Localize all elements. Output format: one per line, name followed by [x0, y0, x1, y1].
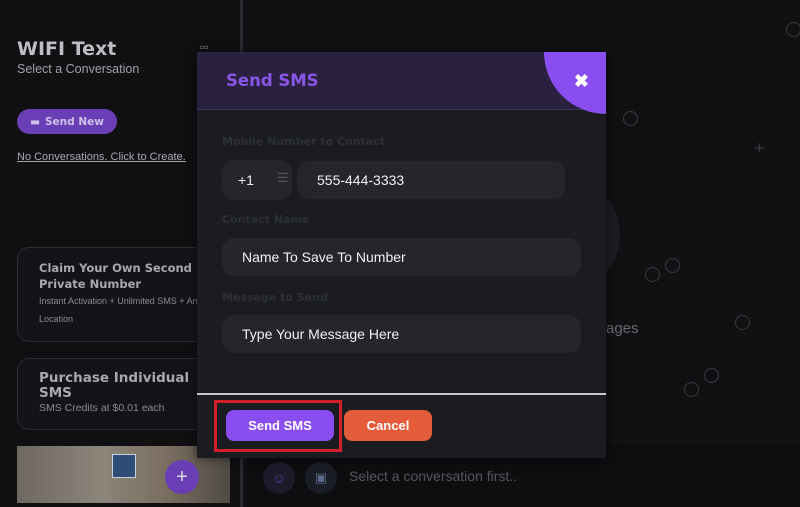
- app-subtitle: Select a Conversation: [17, 62, 140, 76]
- card-desc: Instant Activation + Unlimited SMS + Any…: [39, 296, 203, 324]
- modal-title: Send SMS: [226, 71, 319, 90]
- close-icon[interactable]: ✖: [574, 71, 589, 92]
- message-icon: ▬: [30, 115, 40, 128]
- country-code-value: +1: [238, 172, 254, 188]
- send-new-label: Send New: [44, 115, 104, 128]
- emoji-button[interactable]: ☺: [263, 462, 295, 494]
- card-desc: SMS Credits at $0.01 each: [39, 402, 165, 414]
- no-conversations-link[interactable]: No Conversations. Click to Create.: [17, 151, 186, 163]
- contact-name-label: Contact Name: [222, 213, 310, 226]
- banner-logo: [112, 454, 136, 478]
- phone-number-input[interactable]: [297, 161, 565, 199]
- message-label: Message to Send: [222, 291, 328, 304]
- mobile-number-label: Mobile Number to Contact: [222, 135, 385, 148]
- claim-number-card[interactable]: Claim Your Own Second Private Number Ins…: [17, 247, 217, 342]
- bubble-decoration-icon: [645, 267, 660, 282]
- image-button[interactable]: ▣: [305, 462, 337, 494]
- contact-name-input[interactable]: [222, 238, 581, 276]
- app-title: WIFI Text: [17, 38, 117, 60]
- composer-input[interactable]: [349, 468, 649, 484]
- add-button[interactable]: +: [165, 460, 199, 494]
- cancel-button[interactable]: Cancel: [344, 410, 432, 441]
- modal-header: Send SMS ✖: [197, 52, 606, 114]
- bubble-decoration-icon: [684, 382, 699, 397]
- card-title: Purchase Individual SMS: [39, 370, 190, 401]
- bubble-decoration-icon: [665, 258, 680, 273]
- card-title: Claim Your Own Second Private Number: [39, 261, 192, 291]
- bubble-decoration-icon: [704, 368, 719, 383]
- footer-divider: [197, 393, 606, 395]
- list-icon: ☰: [277, 170, 289, 185]
- purchase-sms-card[interactable]: Purchase Individual SMS SMS Credits at $…: [17, 358, 217, 430]
- send-new-button[interactable]: ▬ Send New: [17, 109, 117, 134]
- bubble-decoration-icon: [735, 315, 750, 330]
- plus-decoration-icon: +: [754, 138, 765, 158]
- send-sms-button[interactable]: Send SMS: [226, 410, 334, 441]
- empty-state-text: ages: [606, 320, 639, 337]
- message-input[interactable]: [222, 315, 581, 353]
- country-code-select[interactable]: +1 ☰: [222, 160, 292, 200]
- send-sms-modal: Send SMS ✖ Mobile Number to Contact +1 ☰…: [197, 52, 606, 458]
- bubble-decoration-icon: [786, 22, 800, 37]
- bubble-decoration-icon: [623, 111, 638, 126]
